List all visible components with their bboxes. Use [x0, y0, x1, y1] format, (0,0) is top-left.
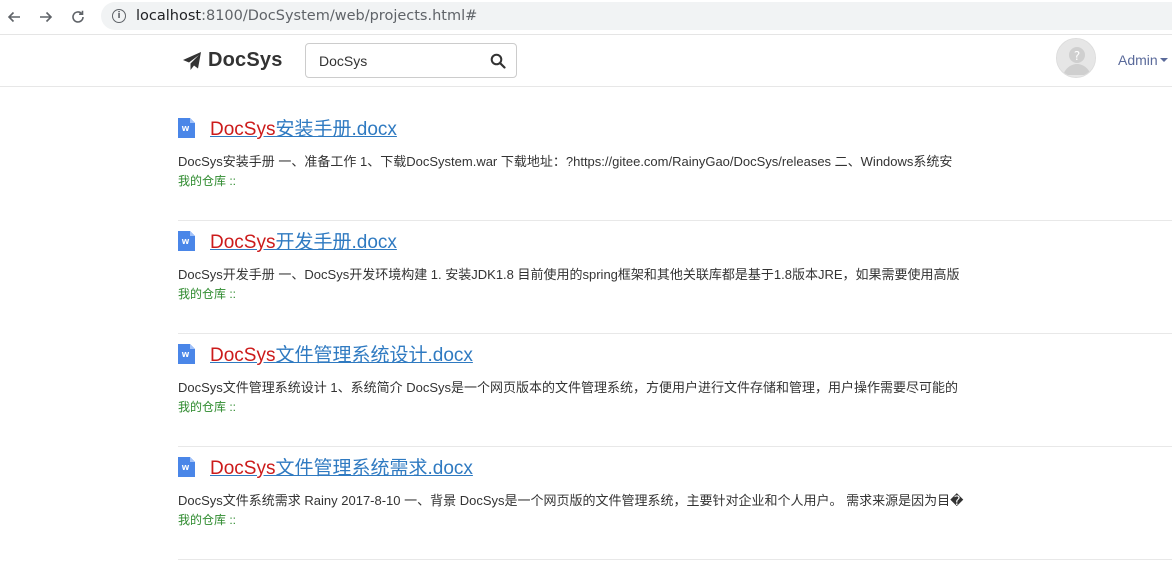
title-highlight: DocSys: [210, 345, 276, 366]
svg-text:?: ?: [1074, 49, 1080, 63]
result-title-row: W DocSys文件管理系统设计.docx: [178, 340, 473, 367]
search-icon[interactable]: [490, 53, 506, 69]
result-item: W DocSys文件管理系统设计.docx DocSys文件管理系统设计 1、系…: [178, 334, 1172, 447]
title-rest: 文件管理系统需求.docx: [275, 458, 473, 479]
caret-down-icon: [1159, 58, 1168, 62]
result-repo[interactable]: 我的仓库 ::: [178, 511, 236, 528]
result-repo[interactable]: 我的仓库 ::: [178, 285, 236, 302]
svg-text:W: W: [182, 125, 190, 133]
user-menu[interactable]: Admin: [1118, 52, 1168, 68]
result-snippet: DocSys文件系统需求 Rainy 2017-8-10 一、背景 DocSys…: [178, 493, 964, 508]
info-icon[interactable]: i: [112, 9, 126, 23]
search-input[interactable]: [319, 45, 489, 76]
word-doc-icon: W: [178, 117, 195, 138]
result-item: W DocSys开发手册.docx DocSys开发手册 一、DocSys开发环…: [178, 221, 1172, 334]
word-doc-icon: W: [178, 343, 195, 364]
word-doc-icon: W: [178, 230, 195, 251]
title-highlight: DocSys: [210, 119, 276, 140]
result-repo[interactable]: 我的仓库 ::: [178, 172, 236, 189]
title-rest: 安装手册.docx: [275, 119, 397, 140]
browser-toolbar: i localhost:8100/DocSystem/web/projects.…: [0, 0, 1172, 33]
result-repo[interactable]: 我的仓库 ::: [178, 398, 236, 415]
brand-logo[interactable]: DocSys: [182, 49, 283, 72]
result-title-link[interactable]: DocSys文件管理系统设计.docx: [210, 340, 473, 367]
forward-arrow-icon[interactable]: [35, 6, 57, 28]
default-avatar-icon: ?: [1057, 39, 1095, 77]
result-title-link[interactable]: DocSys文件管理系统需求.docx: [210, 453, 473, 480]
brand-name: DocSys: [208, 49, 283, 71]
result-snippet: DocSys安装手册 一、准备工作 1、下载DocSystem.war 下载地址…: [178, 154, 953, 169]
result-item: W DocSys文件管理系统需求.docx DocSys文件系统需求 Rainy…: [178, 447, 1172, 560]
result-title-link[interactable]: DocSys安装手册.docx: [210, 114, 397, 141]
app-header: DocSys ? Admin: [0, 34, 1172, 87]
title-highlight: DocSys: [210, 232, 276, 253]
word-doc-icon: W: [178, 456, 195, 477]
title-rest: 开发手册.docx: [275, 232, 397, 253]
svg-text:W: W: [182, 464, 190, 472]
search-box: [305, 43, 517, 78]
avatar[interactable]: ?: [1056, 38, 1096, 78]
user-name: Admin: [1118, 52, 1158, 68]
result-title-row: W DocSys开发手册.docx: [178, 227, 397, 254]
svg-text:W: W: [182, 351, 190, 359]
result-snippet: DocSys文件管理系统设计 1、系统简介 DocSys是一个网页版本的文件管理…: [178, 380, 959, 395]
address-bar[interactable]: i localhost:8100/DocSystem/web/projects.…: [101, 2, 1172, 30]
result-snippet: DocSys开发手册 一、DocSys开发环境构建 1. 安装JDK1.8 目前…: [178, 267, 960, 282]
result-title-row: W DocSys文件管理系统需求.docx: [178, 453, 473, 480]
title-rest: 文件管理系统设计.docx: [275, 345, 473, 366]
result-item: W DocSys安装手册.docx DocSys安装手册 一、准备工作 1、下载…: [178, 108, 1172, 221]
url-path: :8100/DocSystem/web/projects.html#: [201, 8, 478, 24]
url-host: localhost: [136, 8, 202, 24]
result-title-row: W DocSys安装手册.docx: [178, 114, 397, 141]
search-results: W DocSys安装手册.docx DocSys安装手册 一、准备工作 1、下载…: [178, 108, 1172, 560]
title-highlight: DocSys: [210, 458, 276, 479]
back-arrow-icon[interactable]: [3, 6, 25, 28]
svg-text:W: W: [182, 238, 190, 246]
reload-icon[interactable]: [67, 6, 89, 28]
url-text[interactable]: localhost:8100/DocSystem/web/projects.ht…: [136, 8, 477, 24]
result-title-link[interactable]: DocSys开发手册.docx: [210, 227, 397, 254]
paper-plane-icon: [183, 51, 201, 70]
